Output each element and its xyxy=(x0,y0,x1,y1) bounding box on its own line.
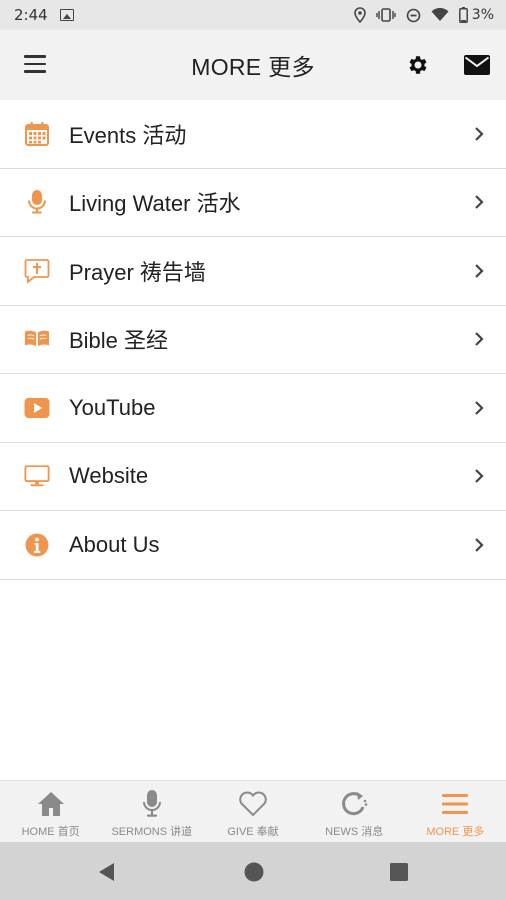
microphone-icon xyxy=(24,189,50,215)
chevron-right-icon xyxy=(475,195,484,210)
menu-item-label: Website xyxy=(69,463,149,489)
book-icon xyxy=(24,326,50,352)
monitor-icon xyxy=(24,463,50,489)
menu-item-bible[interactable]: Bible 圣经 xyxy=(0,306,506,374)
menu-icon xyxy=(441,789,469,819)
home-circle-icon[interactable] xyxy=(242,860,266,884)
bottom-tab-bar: HOME 首页 SERMONS 讲道 GIVE 奉献 NEWS 消息 MORE … xyxy=(0,780,506,842)
youtube-icon xyxy=(24,395,50,421)
menu-item-label: Events 活动 xyxy=(69,122,187,148)
chevron-right-icon xyxy=(475,400,484,415)
chevron-right-icon xyxy=(475,263,484,278)
recent-apps-icon[interactable] xyxy=(389,862,409,882)
calendar-icon xyxy=(24,121,50,147)
more-menu-list: Events 活动 Living Water 活水 Prayer 祷告墙 Bib… xyxy=(0,100,506,580)
app-header: MORE 更多 xyxy=(0,30,506,100)
wifi-icon xyxy=(431,8,449,21)
heart-icon xyxy=(238,789,268,819)
vibrate-icon xyxy=(376,8,396,22)
menu-item-youtube[interactable]: YouTube xyxy=(0,374,506,443)
tab-label: GIVE 奉献 xyxy=(227,826,279,838)
status-time: 2:44 xyxy=(14,6,48,24)
menu-item-living-water[interactable]: Living Water 活水 xyxy=(0,169,506,237)
menu-item-events[interactable]: Events 活动 xyxy=(0,100,506,169)
tab-label: SERMONS 讲道 xyxy=(111,826,193,838)
mail-icon[interactable] xyxy=(464,55,490,75)
menu-item-label: Living Water 活水 xyxy=(69,191,241,217)
menu-item-about-us[interactable]: About Us xyxy=(0,511,506,580)
gear-icon[interactable] xyxy=(406,53,430,77)
page-title: MORE 更多 xyxy=(191,54,315,80)
tab-give[interactable]: GIVE 奉献 xyxy=(202,781,303,842)
prayer-bubble-icon xyxy=(24,258,50,284)
home-icon xyxy=(36,789,66,819)
refresh-icon xyxy=(339,789,369,819)
menu-item-label: Prayer 祷告墙 xyxy=(69,259,206,285)
tab-home[interactable]: HOME 首页 xyxy=(0,781,101,842)
back-icon[interactable] xyxy=(96,861,116,883)
battery-icon xyxy=(458,7,468,23)
chevron-right-icon xyxy=(475,469,484,484)
tab-label: MORE 更多 xyxy=(426,826,485,838)
chevron-right-icon xyxy=(475,126,484,141)
system-nav-bar xyxy=(0,842,506,900)
gallery-icon xyxy=(59,9,74,21)
tab-label: HOME 首页 xyxy=(21,826,80,838)
tab-label: NEWS 消息 xyxy=(325,826,384,838)
battery-percent: 3% xyxy=(471,7,494,23)
tab-news[interactable]: NEWS 消息 xyxy=(304,781,405,842)
status-bar: 2:44 3% xyxy=(0,0,506,30)
chevron-right-icon xyxy=(475,537,484,552)
tab-more[interactable]: MORE 更多 xyxy=(405,781,506,842)
location-icon xyxy=(353,7,366,23)
status-icons: 3% xyxy=(353,7,494,23)
info-icon xyxy=(24,532,50,558)
menu-item-label: About Us xyxy=(69,531,160,557)
menu-item-prayer[interactable]: Prayer 祷告墙 xyxy=(0,237,506,306)
microphone-icon xyxy=(142,789,162,819)
menu-item-label: Bible 圣经 xyxy=(69,328,169,354)
tab-sermons[interactable]: SERMONS 讲道 xyxy=(101,781,202,842)
chevron-right-icon xyxy=(475,332,484,347)
menu-item-label: YouTube xyxy=(69,394,156,420)
menu-item-website[interactable]: Website xyxy=(0,443,506,511)
dnd-icon xyxy=(406,8,421,22)
